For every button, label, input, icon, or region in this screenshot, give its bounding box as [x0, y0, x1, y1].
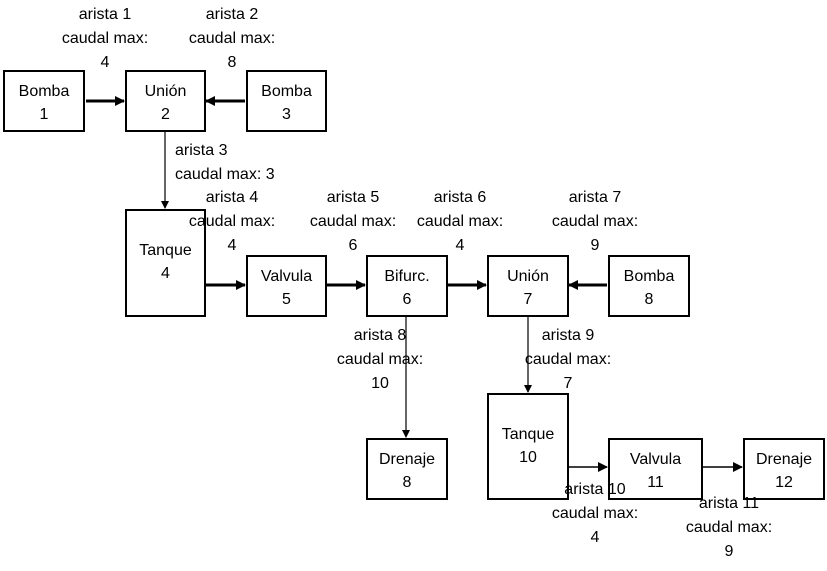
node-union-7: Unión 7 [487, 255, 569, 317]
node-type: Drenaje [755, 451, 813, 468]
edge-10-label: arista 10 caudal max: 4 [552, 478, 638, 550]
caudal-label: caudal max: 3 [175, 166, 275, 183]
node-number: 10 [519, 449, 537, 466]
node-type: Bomba [18, 83, 70, 100]
node-valvula-5: Valvula 5 [246, 255, 327, 317]
edge-5-label: arista 5 caudal max: 6 [310, 186, 396, 258]
caudal-value: 4 [590, 529, 600, 546]
edge-7-label: arista 7 caudal max: 9 [552, 186, 638, 258]
edge-name: arista 4 [205, 189, 259, 206]
node-number: 12 [775, 474, 793, 491]
node-number: 2 [161, 106, 170, 123]
caudal-label: caudal max: [188, 30, 276, 47]
caudal-value: 4 [100, 54, 110, 71]
caudal-label: caudal max: [551, 505, 639, 522]
edge-8-label: arista 8 caudal max: 10 [337, 324, 423, 396]
edge-name: arista 2 [205, 6, 259, 23]
node-bomba-3: Bomba 3 [246, 70, 327, 132]
caudal-label: caudal max: [188, 213, 276, 230]
edge-name: arista 1 [78, 6, 132, 23]
caudal-value: 8 [227, 54, 237, 71]
caudal-label: caudal max: [61, 30, 149, 47]
node-type: Valvula [629, 451, 682, 468]
node-number: 5 [282, 291, 291, 308]
node-bomba-1: Bomba 1 [3, 70, 85, 132]
edge-name: arista 5 [326, 189, 380, 206]
node-number: 8 [644, 291, 654, 308]
node-drenaje-12: Drenaje 12 [743, 438, 825, 500]
node-bifurc-6: Bifurc. 6 [366, 255, 448, 317]
node-type: Tanque [501, 426, 555, 443]
node-drenaje-8: Drenaje 8 [366, 438, 448, 500]
edge-name: arista 11 [698, 495, 760, 512]
node-type: Bomba [623, 268, 675, 285]
caudal-value: 7 [563, 375, 573, 392]
edge-1-label: arista 1 caudal max: 4 [62, 3, 148, 75]
caudal-value: 9 [724, 543, 734, 560]
node-number: 8 [402, 474, 412, 491]
caudal-label: caudal max: [309, 213, 397, 230]
caudal-label: caudal max: [685, 519, 773, 536]
caudal-value: 4 [227, 237, 237, 254]
caudal-label: caudal max: [416, 213, 504, 230]
caudal-label: caudal max: [336, 351, 424, 368]
caudal-label: caudal max: [524, 351, 612, 368]
edge-4-label: arista 4 caudal max: 4 [189, 186, 275, 258]
caudal-value: 10 [371, 375, 389, 392]
caudal-value: 4 [455, 237, 465, 254]
node-type: Valvula [260, 268, 313, 285]
edge-9-label: arista 9 caudal max: 7 [525, 324, 611, 396]
edge-6-label: arista 6 caudal max: 4 [417, 186, 503, 258]
caudal-label: caudal max: [551, 213, 639, 230]
edge-2-label: arista 2 caudal max: 8 [189, 3, 275, 75]
node-number: 7 [523, 291, 533, 308]
edge-name: arista 8 [353, 327, 407, 344]
node-type: Bomba [261, 83, 312, 100]
edge-name: arista 7 [568, 189, 622, 206]
edge-11-label: arista 11 caudal max: 9 [686, 492, 772, 564]
edge-name: arista 10 [564, 481, 626, 498]
node-type: Drenaje [378, 451, 436, 468]
node-type: Bifurc. [384, 268, 430, 285]
node-number: 1 [39, 106, 49, 123]
node-number: 4 [161, 265, 170, 282]
node-number: 6 [402, 291, 412, 308]
node-union-2: Unión 2 [125, 70, 206, 132]
edge-3-label: arista 3 caudal max: 3 [175, 139, 275, 187]
edge-name: arista 3 [175, 142, 228, 159]
caudal-value: 9 [590, 237, 600, 254]
node-number: 3 [282, 106, 291, 123]
node-bomba-8: Bomba 8 [608, 255, 690, 317]
caudal-value: 6 [348, 237, 358, 254]
node-type: Unión [144, 83, 187, 100]
node-type: Unión [507, 268, 549, 285]
edge-name: arista 9 [541, 327, 595, 344]
edge-name: arista 6 [433, 189, 487, 206]
